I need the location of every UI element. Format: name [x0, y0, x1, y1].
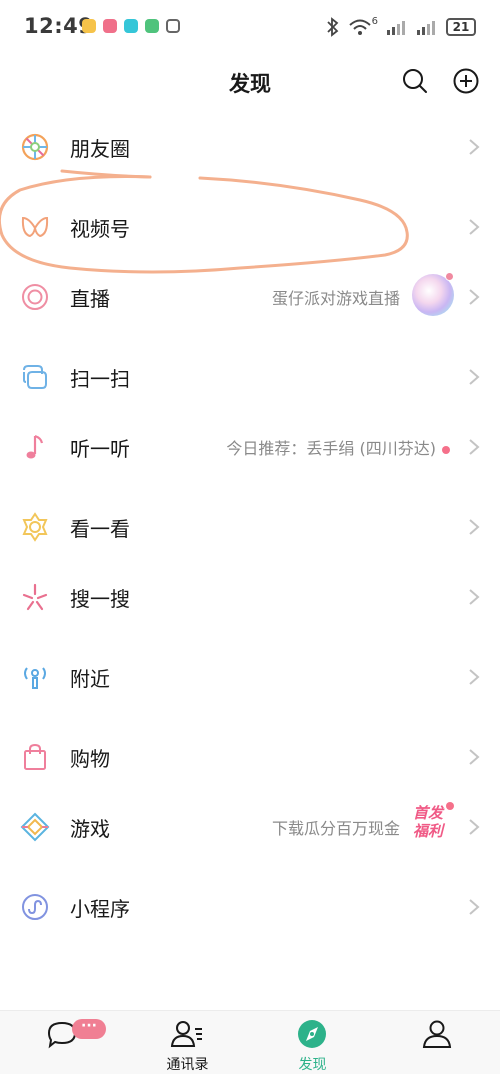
promo-badge: 首发 福利	[408, 804, 448, 844]
tab-discover[interactable]: 发现	[250, 1011, 375, 1074]
contacts-icon	[170, 1021, 202, 1047]
item-label: 搜一搜	[70, 587, 130, 611]
battery-indicator: 21	[446, 18, 476, 36]
eye-notification-icon	[82, 19, 96, 33]
item-label: 游戏	[70, 817, 110, 841]
moments-icon	[21, 133, 49, 161]
app-notification-icon	[124, 19, 138, 33]
shopping-bag-icon	[24, 743, 46, 770]
item-subtitle: 蛋仔派对游戏直播	[271, 289, 400, 308]
item-label: 看一看	[70, 517, 130, 541]
chevron-right-icon	[469, 899, 480, 915]
chevron-right-icon	[469, 749, 480, 765]
tab-chats[interactable]: ···	[0, 1011, 125, 1074]
tab-contacts[interactable]: 通讯录	[125, 1011, 250, 1074]
app-notification-icon	[145, 19, 159, 33]
search-sparkle-icon	[22, 583, 48, 611]
item-label: 小程序	[70, 897, 130, 921]
chevron-right-icon	[469, 819, 480, 835]
header: 发现	[0, 56, 500, 108]
me-icon	[422, 1020, 452, 1048]
item-label: 购物	[70, 747, 110, 771]
item-subtitle: 今日推荐：丢手绢 (四川芬达)	[226, 435, 450, 459]
list-item-shopping[interactable]: 购物	[0, 718, 500, 794]
list-item-games[interactable]: 游戏 下载瓜分百万现金 首发 福利	[0, 788, 500, 864]
promo-line: 首发	[412, 804, 443, 822]
network-label: 6	[371, 15, 378, 27]
app-notification-icon	[103, 19, 117, 33]
mini-program-icon	[22, 894, 48, 920]
channels-icon	[21, 216, 49, 238]
list-item-live[interactable]: 直播 蛋仔派对游戏直播	[0, 258, 500, 334]
list-item-mini-programs[interactable]: 小程序	[0, 868, 500, 944]
list-item-scan[interactable]: 扫一扫	[0, 338, 500, 414]
list-item-search[interactable]: 搜一搜	[0, 558, 500, 634]
add-icon[interactable]	[451, 66, 481, 96]
search-icon[interactable]	[400, 66, 430, 96]
list-item-nearby[interactable]: 附近	[0, 638, 500, 714]
chevron-right-icon	[469, 519, 480, 535]
wifi-icon	[348, 19, 371, 35]
signal-icon	[417, 21, 435, 35]
music-note-icon	[26, 434, 44, 459]
tab-label: 通讯录	[166, 1057, 209, 1073]
status-bar: 12:49 6 21	[0, 0, 500, 56]
item-label: 附近	[70, 667, 110, 691]
nfc-icon	[166, 19, 180, 33]
bottom-tabbar: ··· 通讯录 发现	[0, 1010, 500, 1074]
promo-line: 福利	[412, 822, 443, 840]
nearby-icon	[24, 667, 46, 689]
chevron-right-icon	[469, 219, 480, 235]
list-item-channels[interactable]: 视频号	[0, 188, 500, 264]
chevron-right-icon	[469, 589, 480, 605]
item-label: 直播	[70, 287, 110, 311]
unread-badge: ···	[72, 1019, 106, 1039]
chevron-right-icon	[469, 669, 480, 685]
chevron-right-icon	[469, 289, 480, 305]
bluetooth-icon	[326, 17, 338, 37]
scan-icon	[23, 365, 47, 389]
chevron-right-icon	[469, 369, 480, 385]
item-label: 听一听	[70, 437, 130, 461]
live-icon	[22, 284, 48, 310]
list-item-moments[interactable]: 朋友圈	[0, 108, 500, 184]
top-stories-icon	[22, 512, 48, 542]
new-dot	[442, 445, 450, 454]
list-item-top-stories[interactable]: 看一看	[0, 488, 500, 564]
tab-label: 发现	[298, 1057, 327, 1073]
item-label: 朋友圈	[70, 137, 130, 161]
new-dot	[446, 802, 454, 810]
item-label: 扫一扫	[70, 367, 130, 391]
notification-icons	[82, 19, 180, 33]
chevron-right-icon	[469, 139, 480, 155]
new-dot	[445, 272, 454, 281]
signal-icon	[387, 21, 405, 35]
listen-recommendation: 今日推荐：丢手绢 (四川芬达)	[226, 439, 436, 458]
item-label: 视频号	[70, 217, 130, 241]
item-subtitle: 下载瓜分百万现金	[271, 819, 400, 838]
tab-me[interactable]	[375, 1011, 500, 1074]
list-item-listen[interactable]: 听一听 今日推荐：丢手绢 (四川芬达)	[0, 408, 500, 484]
chevron-right-icon	[469, 439, 480, 455]
compass-icon	[298, 1020, 326, 1048]
game-icon	[20, 812, 50, 842]
status-right: 6 21	[326, 15, 476, 37]
